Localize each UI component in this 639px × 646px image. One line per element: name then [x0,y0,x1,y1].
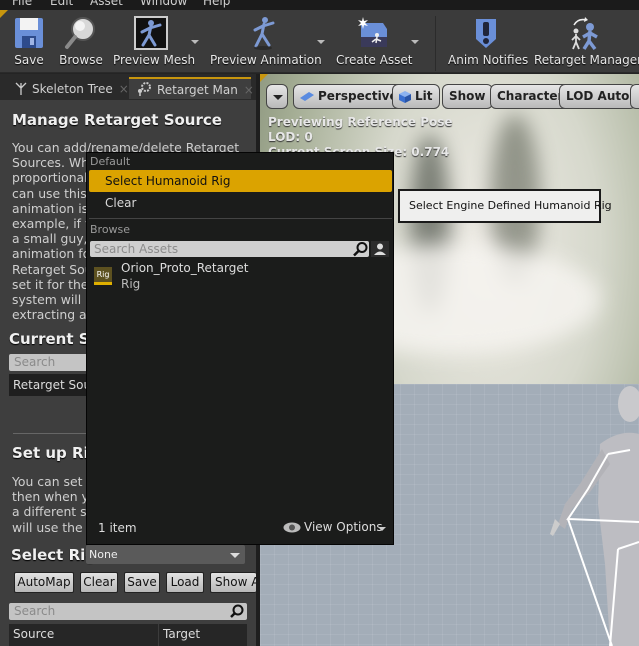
bone-mapping-search-input[interactable]: Search [9,603,247,620]
item-count: 1 item [98,521,137,535]
close-icon[interactable]: × [244,83,254,97]
lod-info-text: LOD: 0 [268,130,313,144]
menu-asset[interactable]: Asset [90,0,123,8]
menu-edit[interactable]: Edit [50,0,73,8]
lit-label: Lit [415,89,433,103]
manage-retarget-source-title: Manage Retarget Source [12,111,222,129]
preview-animation-button[interactable]: Preview Animation [210,10,322,73]
menu-help[interactable]: Help [203,0,230,8]
perspective-icon [300,92,314,101]
search-assets-input[interactable]: Search Assets [90,241,369,257]
rig-asset-thumbnail: Rig [94,267,112,285]
tab-skeleton-tree[interactable]: Skeleton Tree × [4,78,129,100]
asset-name: Orion_Proto_Retarget [121,261,249,275]
create-asset-icon [358,17,387,47]
save-label: Save [14,53,44,67]
preview-mesh-button[interactable]: Preview Mesh [113,10,196,73]
clear-button[interactable]: Clear [80,572,118,593]
main-toolbar: Save Browse Preview Mesh Preview Animati… [0,10,639,73]
search-assets-placeholder: Search Assets [94,242,179,256]
column-source[interactable]: Source [13,627,54,641]
menu-file[interactable]: File [12,0,32,8]
retarget-figures-icon [571,17,598,51]
browse-section-header: Browse [90,223,131,236]
toolbar-separator [435,16,436,71]
popup-separator [89,218,392,219]
anim-notifies-label: Anim Notifies [448,53,529,67]
preview-animation-dropdown-icon[interactable] [317,40,325,44]
panel-tabs: Skeleton Tree × Retarget Man × [0,74,256,100]
preview-animation-label: Preview Animation [210,53,322,67]
view-options-button[interactable]: View Options [283,519,387,537]
preview-mesh-label: Preview Mesh [113,53,196,67]
browse-label: Browse [59,53,103,67]
user-icon [374,243,386,255]
eye-icon [283,522,301,533]
menu-window[interactable]: Window [140,0,187,8]
select-rig-dropdown[interactable]: None [86,545,245,564]
browse-button[interactable]: Browse [58,10,104,73]
lit-button[interactable]: Lit [392,84,440,109]
chevron-down-icon [378,527,386,531]
filter-by-user-button[interactable] [371,241,389,257]
column-target[interactable]: Target [163,627,200,641]
preview-mesh-icon [134,16,168,50]
tab-skeleton-tree-label: Skeleton Tree [32,82,113,96]
tooltip: Select Engine Defined Humanoid Rig [398,189,612,223]
viewport-more-button[interactable] [630,84,639,109]
menu-bar: File Edit Asset Window Help [0,0,639,10]
retarget-manager-label: Retarget Manager [534,53,639,67]
select-rig-label: Select Rig [11,546,97,564]
bone-mapping-search-placeholder: Search [14,604,56,618]
show-advanced-button[interactable]: Show A [210,572,256,593]
gear-figure-icon [138,82,151,96]
exclamation-shield-icon [476,19,496,48]
preview-mesh-dropdown-icon[interactable] [191,40,199,44]
skeleton-tree-icon [15,82,27,95]
create-asset-button[interactable]: Create Asset [336,10,413,73]
search-icon [230,604,244,618]
save-button[interactable]: Save [8,10,50,73]
lod-auto-button[interactable]: LOD Auto [559,84,637,109]
character-mesh [550,386,639,646]
chevron-down-icon [273,95,283,100]
anim-notifies-button[interactable]: Anim Notifies [448,10,529,73]
bone-mapping-table-header: Source Target [9,624,247,646]
asset-list-item[interactable]: Rig Orion_Proto_Retarget Rig [89,261,392,295]
create-asset-dropdown-icon[interactable] [411,40,419,44]
view-options-label: View Options [304,520,383,534]
floppy-disk-icon [15,18,43,48]
column-separator[interactable] [158,624,159,646]
asset-type: Rig [121,277,141,291]
lit-cube-icon [399,91,411,103]
search-icon [353,242,368,257]
default-section-header: Default [90,155,131,168]
clear-rig-item[interactable]: Clear [89,192,392,214]
select-rig-popup: Default Select Humanoid Rig Clear Browse… [86,152,394,545]
load-rig-button[interactable]: Load [166,572,204,593]
perspective-label: Perspective [318,89,398,103]
magnifier-icon [65,17,95,49]
create-asset-label: Create Asset [336,53,413,67]
preview-status-text: Previewing Reference Pose [268,115,453,129]
select-humanoid-rig-item[interactable]: Select Humanoid Rig [89,170,392,192]
close-icon[interactable]: × [119,82,129,96]
save-rig-button[interactable]: Save [124,572,160,593]
chevron-down-icon [230,553,240,558]
retarget-manager-button[interactable]: Retarget Manager [534,10,639,73]
running-figure-icon [253,17,275,50]
viewport-options-button[interactable] [266,84,288,109]
show-button[interactable]: Show [442,84,493,109]
perspective-button[interactable]: Perspective [293,84,405,109]
automap-button[interactable]: AutoMap [14,572,74,593]
tab-retarget-manager-label: Retarget Man [157,83,238,97]
select-rig-value: None [89,548,118,561]
tab-retarget-manager[interactable]: Retarget Man × [129,77,254,99]
